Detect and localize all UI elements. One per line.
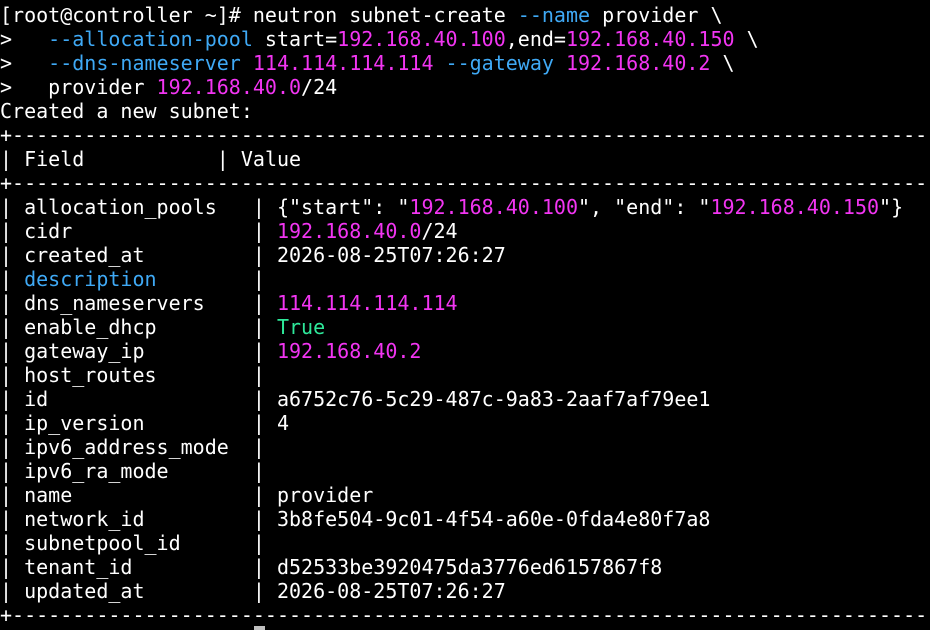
table-cell-field: ipv6_address_mode: [24, 435, 229, 459]
table-row: | ipv6_ra_mode | |: [0, 459, 930, 483]
table-cell-field: tenant_id: [24, 555, 133, 579]
line-continuation: \: [734, 27, 759, 51]
table-cell-value: "}: [879, 195, 904, 219]
table-cell-field: ip_version: [24, 411, 145, 435]
continuation-prompt: >: [0, 51, 49, 75]
cidr-ip-arg: 192.168.40.0: [156, 75, 302, 99]
terminal-cursor: [254, 626, 265, 630]
header-value: Value: [240, 147, 302, 171]
table-cell-value: {"start": ": [276, 195, 410, 219]
table-cell-value: 192.168.40.150: [710, 195, 880, 219]
created-message: Created a new subnet:: [0, 99, 253, 123]
network-name-arg: provider: [48, 75, 157, 99]
alloc-end-label: ,end=: [505, 27, 566, 51]
table-cell-value: /24: [421, 219, 458, 243]
command-line-4: > provider 192.168.40.0/24: [0, 75, 930, 99]
option-dns-nameserver: --dns-nameserver: [48, 51, 241, 75]
table-cell-value: 4: [276, 411, 290, 435]
table-cell-value: 192.168.40.100: [409, 195, 578, 219]
option-name: --name: [517, 3, 591, 27]
option-allocation-pool: --allocation-pool: [48, 27, 253, 51]
table-row: | cidr | 192.168.40.0/24 |: [0, 219, 930, 243]
option-name-value: provider \: [590, 3, 723, 27]
table-cell-field: ipv6_ra_mode: [24, 459, 169, 483]
table-cell-value: a6752c76-5c29-487c-9a83-2aaf7af79ee1: [276, 387, 711, 411]
table-cell-value: 114.114.114.114: [276, 291, 458, 315]
table-cell-value: d52533be3920475da3776ed6157867f8: [276, 555, 663, 579]
terminal-window[interactable]: [root@controller ~]# neutron subnet-crea…: [0, 0, 930, 630]
alloc-start-label: start=: [252, 27, 338, 51]
dns-ip: 114.114.114.114: [240, 51, 446, 75]
command-base: neutron subnet-create: [252, 3, 518, 27]
table-cell-value: 2026-08-25T07:26:27: [276, 579, 506, 603]
cidr-mask-arg: /24: [301, 75, 338, 99]
command-line-1: [root@controller ~]# neutron subnet-crea…: [0, 3, 930, 27]
alloc-end-ip: 192.168.40.150: [565, 27, 735, 51]
table-cell-field: enable_dhcp: [24, 315, 157, 339]
command-line-3: > --dns-nameserver 114.114.114.114 --gat…: [0, 51, 930, 75]
table-cell-field: name: [24, 483, 73, 507]
table-row: | name | provider |: [0, 483, 930, 507]
table-row: | ip_version | 4 |: [0, 411, 930, 435]
table-row: | dns_nameservers | 114.114.114.114 |: [0, 291, 930, 315]
alloc-start-ip: 192.168.40.100: [337, 27, 506, 51]
table-cell-field: allocation_pools: [24, 195, 217, 219]
table-row: | subnetpool_id | |: [0, 531, 930, 555]
table-cell-field: subnetpool_id: [24, 531, 181, 555]
table-cell-field: created_at: [24, 243, 145, 267]
table-border-bottom: +---------------------------------------…: [0, 603, 930, 627]
option-gateway: --gateway: [445, 51, 554, 75]
gateway-ip-arg: 192.168.40.2: [553, 51, 711, 75]
table-row: | host_routes | |: [0, 363, 930, 387]
table-row: | id | a6752c76-5c29-487c-9a83-2aaf7af79…: [0, 387, 930, 411]
table-cell-field: host_routes: [24, 363, 157, 387]
table-cell-value: 2026-08-25T07:26:27: [276, 243, 506, 267]
table-cell-field: id: [24, 387, 49, 411]
table-row: | network_id | 3b8fe504-9c01-4f54-a60e-0…: [0, 507, 930, 531]
table-cell-value: True: [276, 315, 326, 339]
shell-prompt: [root@controller ~]#: [0, 3, 253, 27]
table-cell-field: dns_nameservers: [24, 291, 205, 315]
table-border-top: +---------------------------------------…: [0, 123, 930, 147]
command-line-2: > --allocation-pool start=192.168.40.100…: [0, 27, 930, 51]
continuation-prompt: >: [0, 75, 49, 99]
line-continuation: \: [710, 51, 735, 75]
table-row: | created_at | 2026-08-25T07:26:27 |: [0, 243, 930, 267]
table-row: | allocation_pools | {"start": "192.168.…: [0, 195, 930, 219]
table-row: | enable_dhcp | True |: [0, 315, 930, 339]
table-row: | updated_at | 2026-08-25T07:26:27 |: [0, 579, 930, 603]
table-row: | description | |: [0, 267, 930, 291]
table-row: | tenant_id | d52533be3920475da3776ed615…: [0, 555, 930, 579]
table-cell-field: cidr: [24, 219, 73, 243]
table-cell-value: provider: [276, 483, 374, 507]
table-cell-field: updated_at: [24, 579, 145, 603]
header-field: Field: [24, 147, 85, 171]
table-cell-value: 3b8fe504-9c01-4f54-a60e-0fda4e80f7a8: [276, 507, 711, 531]
table-row: | gateway_ip | 192.168.40.2 |: [0, 339, 930, 363]
table-cell-field: gateway_ip: [24, 339, 145, 363]
table-cell-value: 192.168.40.0: [276, 219, 422, 243]
table-cell-value: ", "end": ": [578, 195, 711, 219]
continuation-prompt: >: [0, 27, 49, 51]
table-cell-value: 192.168.40.2: [276, 339, 422, 363]
table-body: | allocation_pools | {"start": "192.168.…: [0, 195, 930, 603]
table-cell-field: network_id: [24, 507, 145, 531]
table-border-header: +---------------------------------------…: [0, 171, 930, 195]
table-cell-field: description: [24, 267, 157, 291]
table-header-row: | Field | Value |: [0, 147, 302, 171]
table-row: | ipv6_address_mode | |: [0, 435, 930, 459]
